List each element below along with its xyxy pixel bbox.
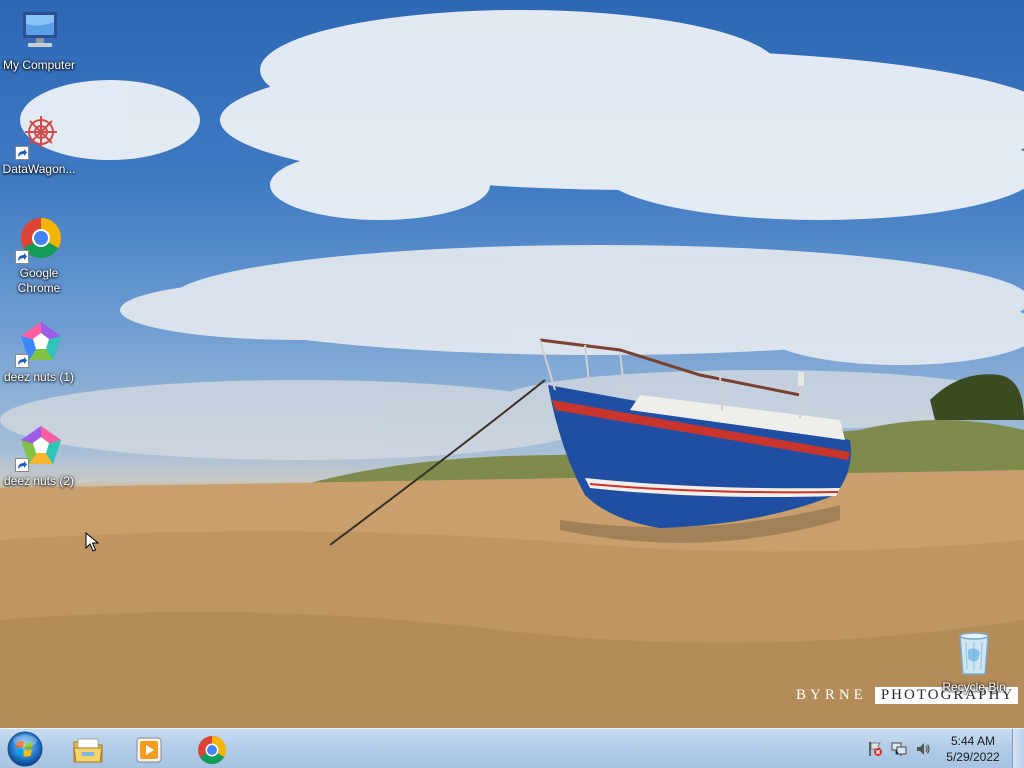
- taskbar-media-player[interactable]: [124, 732, 176, 766]
- datawagon-icon: [15, 112, 63, 160]
- pentagon-app-icon: [15, 424, 63, 472]
- mouse-cursor-icon: [85, 531, 100, 557]
- start-button[interactable]: [6, 730, 44, 768]
- desktop-icon-label: Google Chrome: [17, 266, 61, 295]
- pentagon-app-icon: [15, 320, 63, 368]
- desktop-icon-label: DataWagon...: [2, 162, 76, 176]
- tray-action-center[interactable]: [867, 741, 883, 757]
- wallpaper: [0, 0, 1024, 728]
- desktop-icon-deez-nuts-2[interactable]: deez nuts (2): [1, 424, 77, 489]
- desktop-icon-deez-nuts-1[interactable]: deez nuts (1): [1, 320, 77, 385]
- chrome-icon: [196, 734, 228, 766]
- shortcut-arrow-icon: [15, 146, 29, 160]
- clock-time: 5:44 AM: [950, 734, 996, 748]
- shortcut-arrow-icon: [15, 354, 29, 368]
- tray-volume[interactable]: [915, 741, 931, 757]
- tray-network[interactable]: [891, 741, 907, 757]
- windows-orb-icon: [7, 731, 43, 767]
- desktop-icon-google-chrome[interactable]: Google Chrome: [1, 216, 77, 296]
- watermark-left: BYRNE: [796, 686, 867, 703]
- desktop-icon-recycle-bin[interactable]: Recycle Bin: [936, 630, 1012, 695]
- taskbar: 5:44 AM 5/29/2022: [0, 728, 1024, 768]
- desktop-icon-label: deez nuts (1): [3, 370, 75, 384]
- show-desktop-button[interactable]: [1012, 729, 1024, 768]
- shortcut-arrow-icon: [15, 458, 29, 472]
- taskbar-clock[interactable]: 5:44 AM 5/29/2022: [937, 733, 1009, 765]
- taskbar-file-explorer[interactable]: [62, 732, 114, 766]
- chrome-icon: [15, 216, 63, 264]
- network-icon: [891, 742, 907, 756]
- action-center-flag-icon: [869, 742, 882, 756]
- computer-icon: [15, 8, 63, 56]
- clock-date: 5/29/2022: [946, 750, 1000, 764]
- shortcut-arrow-icon: [15, 250, 29, 264]
- file-explorer-icon: [72, 734, 104, 766]
- desktop-icon-datawagon[interactable]: DataWagon...: [1, 112, 77, 177]
- wallpaper-scene: [0, 10, 1024, 728]
- media-player-icon: [134, 734, 166, 766]
- desktop[interactable]: My Computer DataWagon... Google Chrome d…: [0, 0, 1024, 768]
- volume-icon: [917, 743, 930, 755]
- recycle-bin-icon: [950, 630, 998, 678]
- desktop-icon-label: Recycle Bin: [942, 680, 1006, 694]
- desktop-icon-label: My Computer: [2, 58, 76, 72]
- desktop-icon-label: deez nuts (2): [3, 474, 75, 488]
- taskbar-chrome[interactable]: [186, 732, 238, 766]
- desktop-icon-my-computer[interactable]: My Computer: [1, 8, 77, 73]
